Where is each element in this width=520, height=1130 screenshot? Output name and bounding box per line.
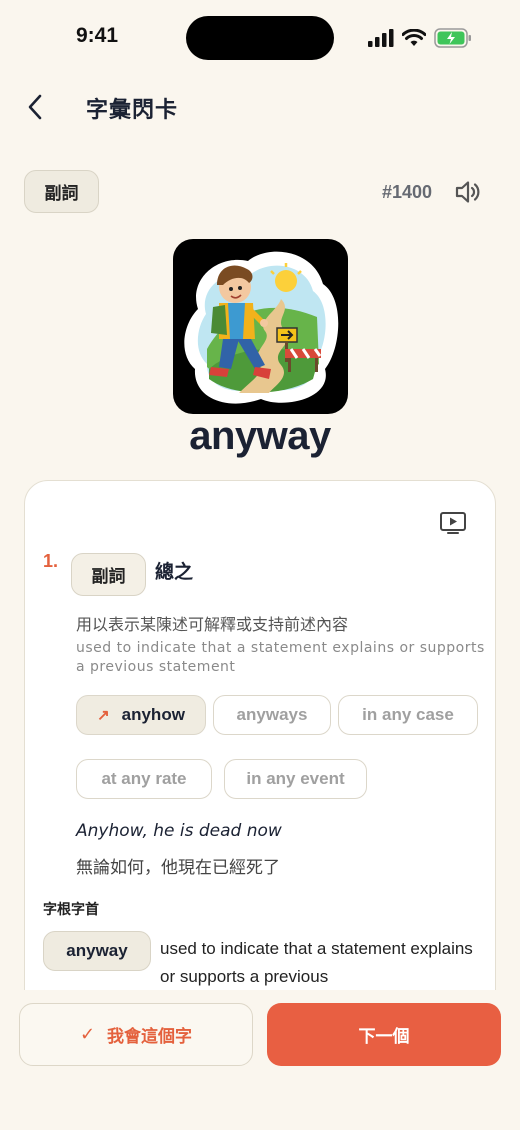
- synonym-label: at any rate: [101, 769, 187, 788]
- root-definition: used to indicate that a statement explai…: [160, 939, 473, 986]
- part-of-speech-badge: 副詞: [24, 170, 99, 213]
- know-word-button[interactable]: ✓ 我會這個字: [19, 1003, 253, 1066]
- bottom-action-bar: ✓ 我會這個字 下一個: [0, 990, 520, 1130]
- synonym-chip-in-any-case[interactable]: in any case: [338, 695, 478, 735]
- definition-description-zh: 用以表示某陳述可解釋或支持前述內容: [76, 615, 349, 634]
- example-sentence-zh: 無論如何，他現在已經死了: [76, 858, 280, 878]
- definition-card: 1. 副詞 總之 用以表示某陳述可解釋或支持前述內容 used to indic…: [24, 480, 496, 1040]
- status-time: 9:41: [76, 24, 119, 47]
- synonym-label: in any case: [362, 705, 454, 724]
- synonym-chip-in-any-event[interactable]: in any event: [224, 759, 367, 799]
- chevron-left-icon: [28, 94, 42, 120]
- know-word-label: 我會這個字: [107, 1027, 193, 1047]
- definition-description-en: used to indicate that a statement explai…: [76, 640, 485, 675]
- wifi-icon: [402, 29, 426, 46]
- cellular-signal-icon: [368, 29, 394, 47]
- word-number: #1400: [382, 182, 433, 202]
- dynamic-island: [186, 16, 334, 60]
- synonym-label: in any event: [246, 769, 345, 788]
- battery-icon: [434, 28, 471, 48]
- back-button[interactable]: [20, 90, 50, 124]
- word-illustration: [173, 239, 348, 414]
- pronunciation-button[interactable]: [454, 178, 482, 206]
- example-sentence-en: Anyhow, he is dead now: [76, 821, 282, 841]
- status-bar: 9:41: [0, 0, 520, 76]
- next-label: 下一個: [358, 1027, 410, 1047]
- status-icons: [368, 28, 472, 48]
- roots-section-label: 字根字首: [43, 902, 99, 918]
- headword: anyway: [189, 414, 331, 458]
- speaker-icon: [455, 181, 480, 203]
- nav-bar: 字彙閃卡: [0, 84, 520, 130]
- synonym-label: anyhow: [121, 705, 185, 724]
- play-video-icon: [440, 512, 466, 534]
- arrow-up-right-icon: ↗: [97, 707, 110, 724]
- synonym-chip-anyhow[interactable]: ↗ anyhow: [76, 695, 206, 735]
- next-button[interactable]: 下一個: [267, 1003, 501, 1066]
- checkmark-icon: ✓: [79, 1024, 96, 1045]
- definition-number: 1.: [43, 551, 59, 571]
- synonym-chip-anyways[interactable]: anyways: [213, 695, 331, 735]
- definition-pos-badge: 副詞: [71, 553, 146, 596]
- root-word-chip[interactable]: anyway: [43, 931, 151, 971]
- definition-gloss: 總之: [155, 561, 194, 583]
- video-button[interactable]: [439, 511, 467, 535]
- synonym-chip-at-any-rate[interactable]: at any rate: [76, 759, 212, 799]
- synonym-label: anyways: [236, 705, 308, 724]
- page-title: 字彙閃卡: [86, 98, 179, 123]
